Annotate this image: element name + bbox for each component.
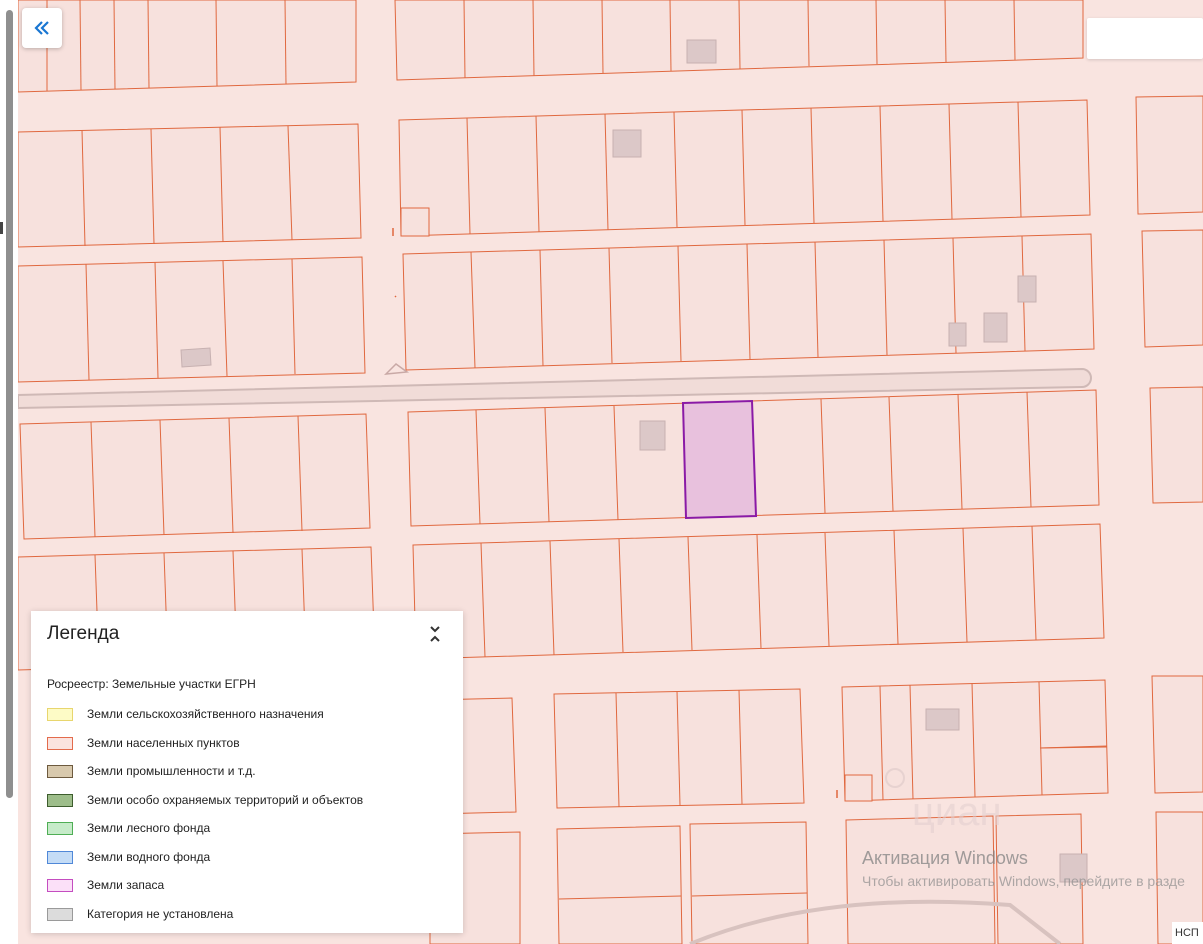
edge-marker (0, 222, 3, 234)
legend-item-label: Земли сельскохозяйственного назначения (87, 707, 324, 721)
windows-activation-text: Чтобы активировать Windows, перейдите в … (862, 873, 1185, 889)
legend-item-label: Земли водного фонда (87, 849, 211, 864)
legend-item-label: Земли особо охраняемых территорий и объе… (87, 792, 364, 807)
collapse-panel-button[interactable] (22, 8, 62, 48)
legend-swatch (47, 907, 73, 921)
legend-item: Земли особо охраняемых территорий и объе… (47, 793, 363, 822)
legend-item: Земли водного фонда (47, 850, 363, 879)
legend-panel: Легенда Росреестр: Земельные участки ЕГР… (31, 611, 463, 933)
legend-item: Земли промышленности и т.д. (47, 764, 363, 793)
scrollbar-thumb[interactable] (6, 10, 13, 798)
legend-item-label: Земли промышленности и т.д. (87, 764, 256, 778)
legend-swatch (47, 822, 73, 835)
windows-activation-title: Активация Windows (862, 848, 1028, 868)
legend-item: Земли лесного фонда (47, 821, 363, 850)
legend-swatch (47, 765, 73, 778)
scrollbar-track[interactable] (0, 0, 18, 944)
legend-swatch (47, 708, 73, 721)
chevrons-collapse-icon (430, 626, 440, 642)
legend-swatch (47, 736, 73, 750)
legend-item-label: Земли населенных пунктов (87, 735, 240, 750)
legend-title: Легенда (47, 623, 120, 644)
legend-item: Земли сельскохозяйственного назначения (47, 707, 363, 736)
legend-item-label: Категория не установлена (87, 906, 234, 921)
selected-parcel[interactable] (681, 399, 758, 520)
legend-item-label: Земли запаса (87, 878, 165, 892)
legend-swatch (47, 879, 73, 892)
legend-collapse-button[interactable] (427, 625, 443, 643)
legend-item-label: Земли лесного фонда (87, 821, 211, 835)
legend-item: Земли населенных пунктов (47, 736, 363, 765)
legend-swatch (47, 793, 73, 807)
legend-swatch (47, 850, 73, 864)
map-attribution[interactable]: НСП (1172, 922, 1203, 944)
legend-item: Категория не установлена (47, 907, 363, 936)
search-panel[interactable] (1087, 18, 1203, 59)
legend-source: Росреестр: Земельные участки ЕГРН (47, 677, 256, 691)
legend-list: Земли сельскохозяйственного назначения Зе… (47, 707, 363, 935)
double-chevron-left-icon (34, 21, 49, 35)
legend-item: Земли запаса (47, 878, 363, 907)
svg-text:циан: циан (912, 790, 1002, 834)
